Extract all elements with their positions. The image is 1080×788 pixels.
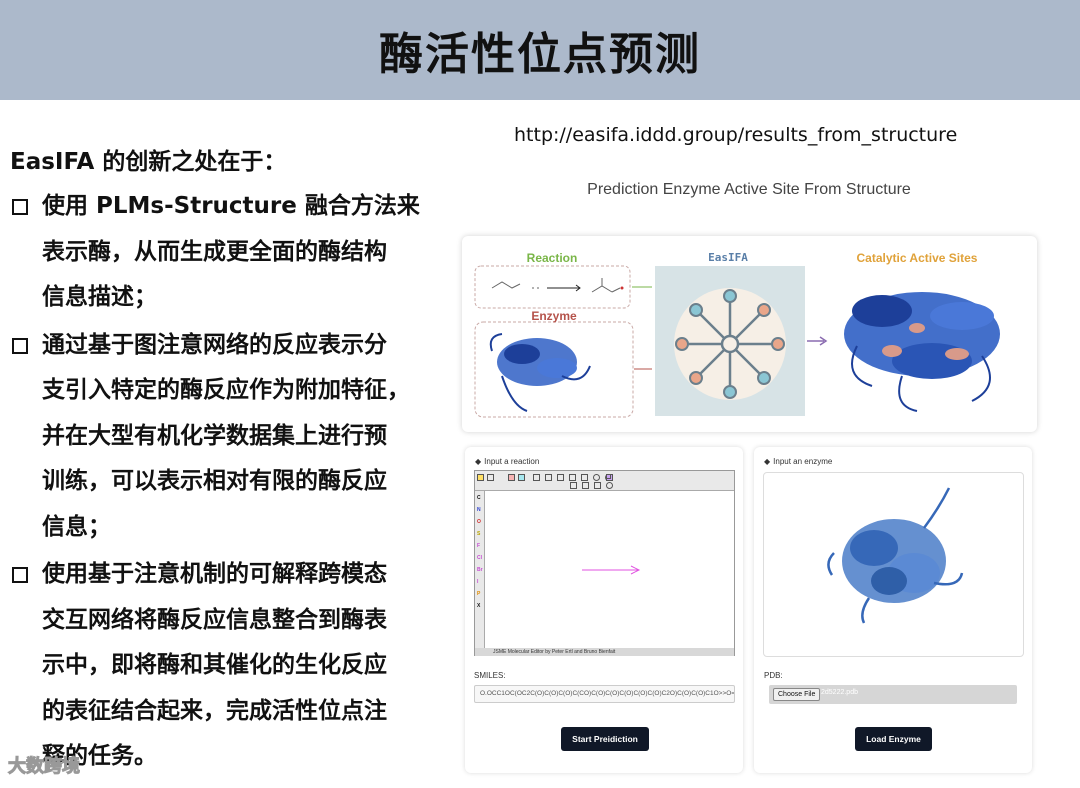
bullet-line: 信息； bbox=[42, 513, 111, 540]
watermark: 大数跨境 bbox=[8, 756, 81, 778]
reaction-scheme-icon bbox=[491, 278, 624, 293]
enzyme-card-label: ◆ Input an enzyme bbox=[764, 457, 832, 466]
checkbox-bullet-icon bbox=[12, 567, 28, 583]
enzyme-structure-icon bbox=[489, 333, 591, 412]
reaction-box bbox=[474, 265, 631, 309]
editor-tool-icon[interactable] bbox=[570, 482, 577, 489]
left-text-column: EasIFA 的创新之处在于： 使用 PLMs-Structure 融合方法来表… bbox=[10, 142, 440, 780]
bullet-line: 并在大型有机化学数据集上进行预 bbox=[42, 422, 387, 449]
title-bar: 酶活性位点预测 bbox=[0, 0, 1080, 100]
page-url[interactable]: http://easifa.iddd.group/results_from_st… bbox=[514, 124, 957, 146]
slide-title: 酶活性位点预测 bbox=[379, 29, 701, 80]
enzyme-card-label-text: Input an enzyme bbox=[773, 457, 833, 466]
start-prediction-button[interactable]: Start Preidiction bbox=[561, 727, 649, 751]
bullet-list: 使用 PLMs-Structure 融合方法来 表示酶，从而生成更全面的酶结构 信息… bbox=[10, 184, 440, 780]
editor-tool-icon[interactable] bbox=[582, 482, 589, 489]
bullet-line: 使用基于注意机制的可解释跨模态 bbox=[42, 561, 387, 587]
reaction-arrow-icon bbox=[582, 565, 641, 575]
easifa-overview-graphic: Reaction Enzyme EasIFA Catalytic Active … bbox=[462, 236, 1037, 432]
enzyme-label: Enzyme bbox=[531, 309, 577, 323]
page-subtitle: Prediction Enzyme Active Site From Struc… bbox=[587, 181, 911, 198]
diamond-icon: ◆ bbox=[764, 457, 771, 466]
bullet-line: 交互网络将酶反应信息整合到酶表 bbox=[42, 606, 387, 633]
editor-tool-icon[interactable] bbox=[487, 474, 494, 481]
editor-tool-icon[interactable] bbox=[593, 474, 600, 481]
bullet-line: 支引入特定的酶反应作为附加特征， bbox=[42, 377, 410, 403]
reaction-card-label: ◆ Input a reaction bbox=[475, 457, 539, 466]
smiles-input[interactable]: O.OCC1OC(OC2C(O)C(O)C(O)C(CO)C(O)C(O)C(O… bbox=[474, 685, 735, 703]
bullet-line: 信息描述； bbox=[42, 284, 157, 310]
intro-text: EasIFA 的创新之处在于： bbox=[10, 149, 287, 175]
bullet-line: 示中，即将酶和其催化的生化反应 bbox=[42, 652, 387, 678]
output-arrow bbox=[807, 336, 828, 346]
bullet-item: 通过基于图注意网络的反应表示分 支引入特定的酶反应作为附加特征， 并在大型有机化学数… bbox=[10, 323, 440, 551]
choose-file-button[interactable]: Choose File bbox=[773, 688, 821, 701]
editor-toolbar bbox=[475, 471, 734, 491]
overview-svg: Reaction Enzyme EasIFA Catalytic Active … bbox=[474, 251, 1000, 418]
editor-tool-icon[interactable] bbox=[581, 474, 588, 481]
network-icon bbox=[674, 288, 786, 400]
pdb-label: PDB: bbox=[764, 671, 783, 680]
active-site-structure-icon bbox=[844, 292, 1000, 412]
editor-tool-icon[interactable] bbox=[477, 474, 484, 481]
reaction-card-label-text: Input a reaction bbox=[484, 457, 540, 466]
bullet-line: 训练，可以表示相对有限的酶反应 bbox=[42, 468, 387, 494]
editor-tool-icon[interactable] bbox=[557, 474, 564, 481]
smiles-label: SMILES: bbox=[474, 671, 506, 680]
editor-tool-icon[interactable] bbox=[533, 474, 540, 481]
editor-tool-icon[interactable] bbox=[569, 474, 576, 481]
diamond-icon: ◆ bbox=[475, 457, 482, 466]
protein-structure-viewer[interactable] bbox=[763, 472, 1024, 657]
checkbox-bullet-icon bbox=[12, 199, 28, 215]
protein-ribbon-icon bbox=[827, 487, 964, 624]
editor-tool-icon[interactable] bbox=[606, 474, 611, 479]
editor-canvas[interactable] bbox=[475, 491, 734, 649]
load-enzyme-button[interactable]: Load Enzyme bbox=[855, 727, 932, 751]
editor-status-bar: JSME Molecular Editor by Peter Ertl and … bbox=[475, 648, 734, 656]
editor-tool-icon[interactable] bbox=[545, 474, 552, 481]
pdb-file-input[interactable]: Choose File 2d5222.pdb bbox=[769, 685, 1017, 704]
bullet-item: 使用基于注意机制的可解释跨模态 交互网络将酶反应信息整合到酶表 示中，即将酶和其催化… bbox=[10, 552, 440, 780]
molecule-editor[interactable]: C N O S F Cl Br I P X JSME Molecular Edi… bbox=[474, 470, 735, 656]
bullet-line: 释的任务。 bbox=[42, 743, 157, 769]
sites-label: Catalytic Active Sites bbox=[857, 251, 978, 265]
reaction-label: Reaction bbox=[527, 251, 578, 265]
checkbox-bullet-icon bbox=[12, 337, 28, 354]
bullet-item: 使用 PLMs-Structure 融合方法来 表示酶，从而生成更全面的酶结构 信息… bbox=[10, 184, 440, 321]
editor-tool-icon[interactable] bbox=[606, 482, 613, 489]
bullet-line: 表示酶，从而生成更全面的酶结构 bbox=[42, 238, 387, 265]
bullet-line: 通过基于图注意网络的反应表示分 bbox=[42, 331, 387, 358]
selected-file-name: 2d5222.pdb bbox=[821, 689, 858, 696]
bullet-line: 的表征结合起来，完成活性位点注 bbox=[42, 697, 387, 724]
easifa-label: EasIFA bbox=[708, 251, 748, 264]
editor-tool-icon[interactable] bbox=[518, 474, 525, 481]
protein-render bbox=[827, 487, 964, 624]
editor-tool-icon[interactable] bbox=[508, 474, 515, 481]
editor-tool-icon[interactable] bbox=[594, 482, 601, 489]
bullet-line: 使用 PLMs-Structure 融合方法来 bbox=[42, 193, 420, 219]
